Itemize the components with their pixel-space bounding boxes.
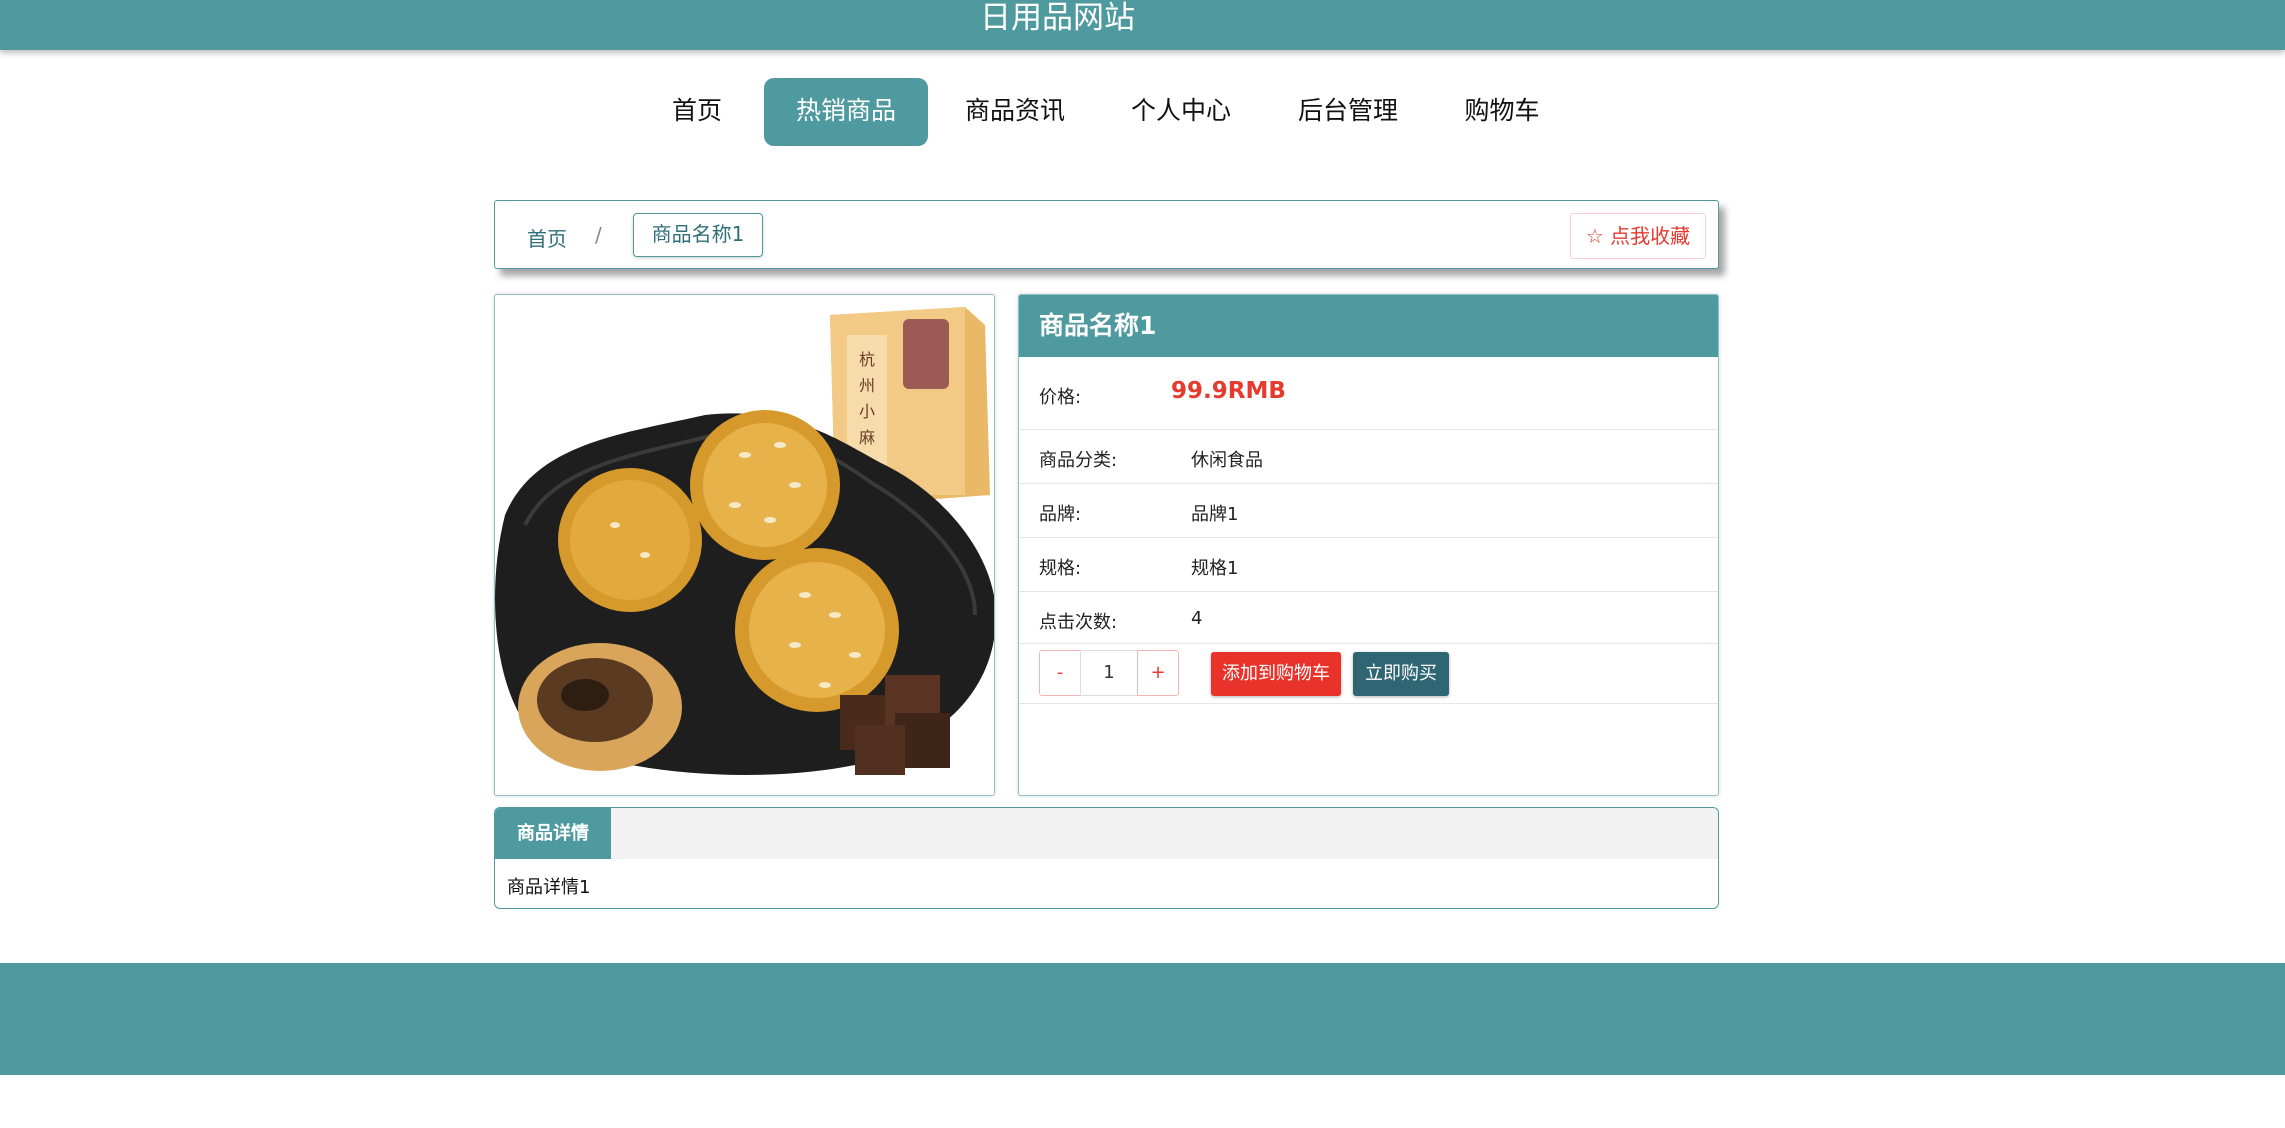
purchase-actions-row: - 1 + 添加到购物车 立即购买 (1019, 644, 1718, 704)
breadcrumb-home-link[interactable]: 首页 (527, 223, 567, 252)
category-value: 休闲食品 (1191, 450, 1263, 471)
detail-tab-bar: 商品详情 (495, 808, 1718, 859)
buy-now-button[interactable]: 立即购买 (1353, 652, 1449, 696)
product-info-panel: 商品名称1 价格: 99.9RMB 商品分类: 休闲食品 品牌: 品牌1 规格:… (1018, 294, 1719, 796)
nav-item-admin[interactable]: 后台管理 (1293, 78, 1403, 146)
broken-cake-graphic (518, 643, 682, 771)
clicks-row: 点击次数: 4 (1019, 592, 1718, 644)
brand-value: 品牌1 (1191, 504, 1239, 525)
spec-value: 规格1 (1191, 558, 1239, 579)
breadcrumb: 首页 / 商品名称1 ☆ 点我收藏 (494, 200, 1719, 269)
brand-row: 品牌: 品牌1 (1019, 484, 1718, 538)
category-label: 商品分类: (1039, 450, 1118, 471)
spec-label: 规格: (1039, 558, 1082, 579)
nav-item-hot-products[interactable]: 热销商品 (764, 78, 928, 146)
tab-product-detail[interactable]: 商品详情 (495, 808, 611, 859)
detail-content: 商品详情1 (507, 877, 591, 898)
add-to-cart-button[interactable]: 添加到购物车 (1211, 652, 1341, 696)
svg-text:杭: 杭 (859, 350, 875, 369)
svg-text:州: 州 (859, 376, 875, 395)
quantity-increase-button[interactable]: + (1137, 650, 1179, 696)
breadcrumb-separator: / (595, 223, 602, 247)
top-header-bar: 日用品网站 (0, 0, 2285, 50)
nav-item-cart[interactable]: 购物车 (1460, 78, 1544, 146)
nav-item-personal-center[interactable]: 个人中心 (1126, 78, 1236, 146)
footer-bar (0, 963, 2285, 1075)
clicks-value: 4 (1191, 608, 1203, 629)
product-title: 商品名称1 (1019, 295, 1718, 357)
svg-text:小: 小 (859, 402, 875, 421)
price-row: 价格: 99.9RMB (1019, 357, 1718, 430)
product-detail-panel: 商品详情 商品详情1 (494, 807, 1719, 909)
quantity-input[interactable]: 1 (1080, 650, 1138, 696)
product-photo-illustration: 杭 州 小 麻 (495, 295, 994, 795)
product-image: 杭 州 小 麻 (494, 294, 995, 796)
nav-item-home[interactable]: 首页 (663, 78, 731, 146)
spec-row: 规格: 规格1 (1019, 538, 1718, 592)
price-value: 99.9RMB (1171, 378, 1286, 404)
svg-text:麻: 麻 (859, 428, 875, 447)
brand-label: 品牌: (1039, 504, 1082, 525)
site-title: 日用品网站 (980, 0, 1135, 36)
breadcrumb-current[interactable]: 商品名称1 (633, 213, 763, 257)
nav-item-product-news[interactable]: 商品资讯 (960, 78, 1070, 146)
quantity-decrease-button[interactable]: - (1039, 650, 1081, 696)
clicks-label: 点击次数: (1039, 612, 1118, 633)
main-nav: 首页 热销商品 商品资讯 个人中心 后台管理 购物车 (0, 78, 2285, 146)
favorite-button[interactable]: ☆ 点我收藏 (1570, 213, 1706, 259)
category-row: 商品分类: 休闲食品 (1019, 430, 1718, 484)
price-label: 价格: (1039, 387, 1082, 408)
